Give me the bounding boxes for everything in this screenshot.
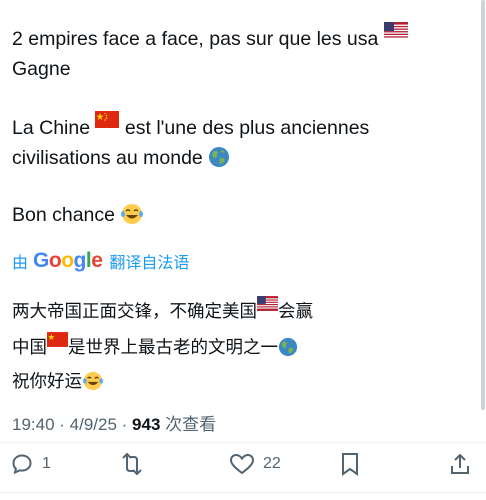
post-text: 2 empires face a face, pas sur que les u… [12, 28, 379, 50]
laughing-emoji-icon [120, 203, 144, 234]
reply-icon [12, 454, 32, 475]
us-flag-icon [383, 18, 408, 48]
google-logo: Google [33, 249, 103, 272]
reply-button[interactable]: 1 [10, 452, 51, 476]
translated-from-label: 翻译自法语 [109, 255, 190, 272]
bookmark-icon [342, 453, 358, 476]
reply-count: 1 [42, 455, 51, 472]
us-flag-icon [257, 290, 278, 320]
action-bar: 1 22 [0, 448, 486, 484]
post-text: civilisations au monde [12, 147, 203, 169]
views-label: 次查看 [165, 415, 217, 434]
repost-button[interactable] [118, 452, 154, 476]
globe-icon [278, 336, 298, 366]
laughing-emoji-icon [82, 370, 104, 400]
translated-line-3: 祝你好运 [12, 366, 464, 400]
post-text: La Chine [12, 117, 91, 139]
post-text: est l'une des plus anciennes [124, 117, 370, 139]
share-button[interactable] [449, 452, 471, 476]
like-button[interactable]: 22 [229, 452, 281, 476]
post-body: 2 empires face a face, pas sur que les u… [12, 18, 464, 257]
china-flag-icon [47, 326, 68, 356]
translation-attribution[interactable]: 由 Google 翻译自法语 [12, 249, 189, 273]
translated-text: 两大帝国正面交锋，不确定美国 会赢 中国 是世界上最古老的文明之一 祝你好运 [12, 290, 464, 400]
repost-icon [122, 452, 142, 476]
share-icon [451, 453, 469, 474]
view-count: 943 [132, 415, 161, 434]
post-time[interactable]: 19:40 [12, 415, 55, 434]
like-count: 22 [263, 455, 281, 472]
translation-by-label: 由 [12, 255, 29, 272]
post-paragraph-2: La Chine est l'une des plus anciennes ci… [12, 107, 464, 177]
bookmark-button[interactable] [340, 452, 360, 476]
divider [0, 442, 486, 443]
globe-icon [208, 146, 230, 177]
scrollbar[interactable] [481, 0, 485, 410]
china-flag-icon [95, 107, 120, 137]
divider [0, 492, 486, 493]
translated-line-1: 两大帝国正面交锋，不确定美国 会赢 [12, 290, 464, 326]
post-paragraph-1: 2 empires face a face, pas sur que les u… [12, 18, 464, 84]
post-date[interactable]: 4/9/25 [70, 415, 117, 434]
post-paragraph-3: Bon chance [12, 200, 464, 234]
post-text: Gagne [12, 58, 71, 80]
translated-line-2: 中国 是世界上最古老的文明之一 [12, 326, 464, 366]
post-meta: 19:40 · 4/9/25 · 943 次查看 [12, 415, 217, 434]
like-icon [229, 453, 255, 475]
post-text: Bon chance [12, 204, 115, 226]
